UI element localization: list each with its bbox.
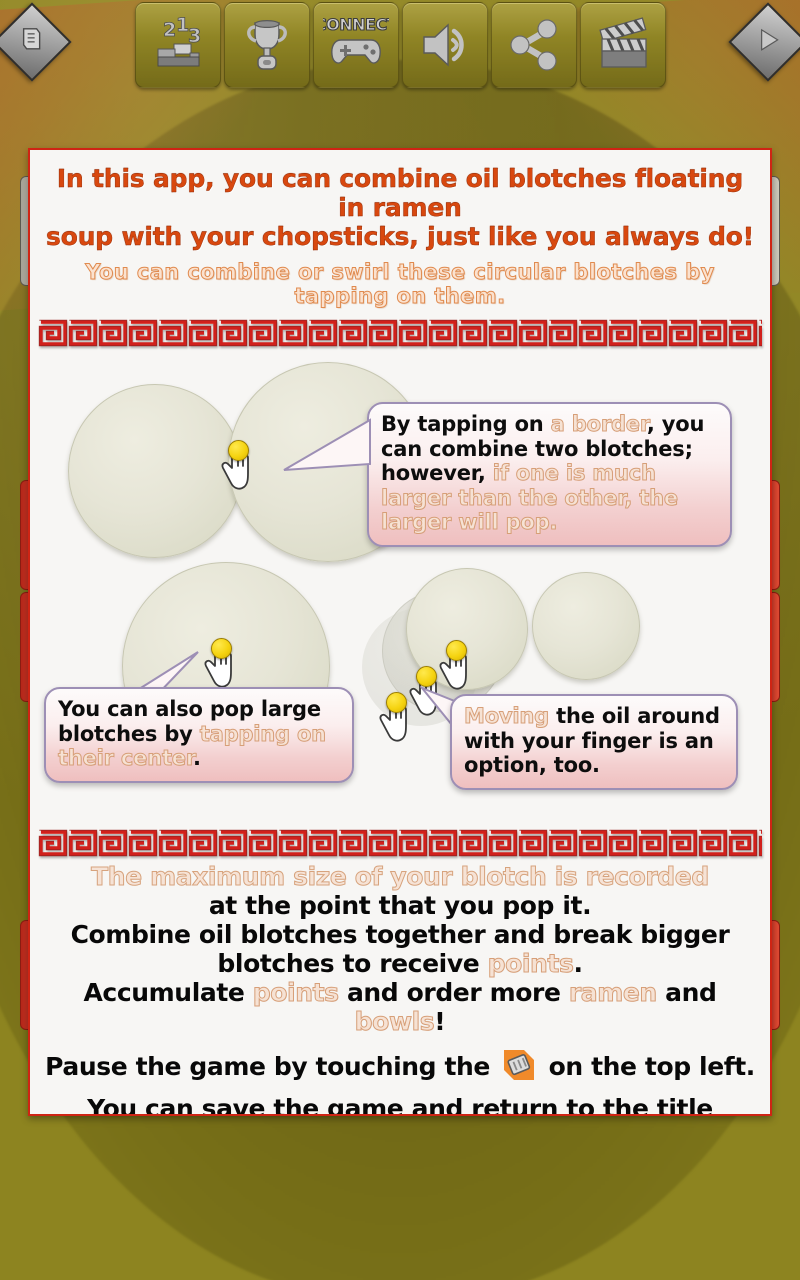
connect-button[interactable]: CONNECT <box>312 2 399 88</box>
clapperboard-icon <box>592 14 654 76</box>
meander-divider-top <box>38 318 762 348</box>
move-bubble-text: Moving the oil around with your finger i… <box>464 704 724 778</box>
play-triangle-icon <box>753 25 783 60</box>
pause-instruction-after: on the top left. <box>548 1052 756 1081</box>
bottom-line-4-seg-2: . <box>573 949 583 978</box>
bottom-line-6-seg-1: ! <box>434 1007 446 1036</box>
achievements-button[interactable] <box>223 2 310 88</box>
pause-instruction-before: Pause the game by touching the <box>45 1052 490 1081</box>
move-seg-0: Moving <box>464 704 550 729</box>
illustration-stage: By tapping on a border, you can combine … <box>30 350 770 818</box>
tap-indicator-dot <box>416 666 437 687</box>
bottom-instructions: The maximum size of your blotch is recor… <box>30 858 770 1116</box>
bottom-line-6-seg-0: bowls <box>354 1007 435 1037</box>
tap-indicator-dot <box>446 640 467 661</box>
play-button[interactable] <box>728 2 800 82</box>
sound-button[interactable] <box>401 2 488 88</box>
pause-button[interactable] <box>0 2 72 82</box>
instructions-panel: In this app, you can combine oil blotche… <box>28 148 772 1116</box>
pause-diamond <box>0 2 72 82</box>
tap-indicator-dot <box>211 638 232 659</box>
blotch-static-right[interactable] <box>532 572 640 680</box>
bottom-line-5: Accumulate points and order more ramen a… <box>42 978 758 1008</box>
bottom-line-2: at the point that you pop it. <box>208 891 592 920</box>
bottom-line-4-seg-0: blotches to receive <box>217 949 488 978</box>
hand-cursor-drag-1 <box>368 692 414 746</box>
combine-seg-1: a border <box>550 412 647 437</box>
move-bubble: Moving the oil around with your finger i… <box>450 694 738 790</box>
combine-bubble-tail <box>283 418 371 471</box>
svg-text:CONNECT: CONNECT <box>323 15 389 34</box>
pause-paper-icon <box>502 1048 536 1082</box>
combine-bubble-text: By tapping on a border, you can combine … <box>381 412 718 535</box>
trophy-icon <box>236 14 298 76</box>
instructions-header: In this app, you can combine oil blotche… <box>30 150 770 309</box>
share-icon <box>503 14 565 76</box>
tap-indicator-dot <box>386 692 407 713</box>
pause-paper-icon <box>17 25 47 60</box>
bottom-line-5-seg-2: and order more <box>338 978 569 1007</box>
pause-instruction-line: Pause the game by touching the on the to… <box>42 1048 758 1082</box>
pop-bubble-text: You can also pop large blotches by tappi… <box>58 697 340 771</box>
combine-bubble: By tapping on a border, you can combine … <box>367 402 732 547</box>
header-line-2: soup with your chopsticks, just like you… <box>46 222 755 251</box>
leaderboard-button[interactable]: 2 1 3 <box>134 2 221 88</box>
bottom-line-1: The maximum size of your blotch is recor… <box>91 862 710 892</box>
combine-seg-0: By tapping on <box>381 412 551 436</box>
header-line-1: In this app, you can combine oil blotche… <box>56 164 744 222</box>
save-instruction-line-1: You can save the game and return to the … <box>87 1094 713 1116</box>
pop-seg-2: . <box>192 746 201 770</box>
top-toolbar: 2 1 3 ONNEC <box>0 0 800 92</box>
pop-bubble: You can also pop large blotches by tappi… <box>44 687 354 783</box>
meander-divider-bottom <box>38 828 762 858</box>
bottom-line-6: bowls! <box>42 1007 758 1037</box>
tap-indicator-dot <box>228 440 249 461</box>
game-screen: 2 1 3 ONNEC In this app, you can combine… <box>0 0 800 1280</box>
hand-cursor-border-tap <box>210 440 256 494</box>
bottom-line-5-seg-4: and <box>656 978 717 1007</box>
bottom-line-5-seg-3: ramen <box>568 978 657 1008</box>
bottom-line-3: Combine oil blotches together and break … <box>70 920 730 949</box>
bottom-line-5-seg-0: Accumulate <box>83 978 253 1007</box>
share-button[interactable] <box>490 2 577 88</box>
svg-text:2: 2 <box>163 19 176 41</box>
podium-icon: 2 1 3 <box>147 14 209 76</box>
speaker-icon <box>414 14 476 76</box>
video-button[interactable] <box>579 2 666 88</box>
bottom-line-4-seg-1: points <box>487 949 574 979</box>
bottom-line-5-seg-1: points <box>252 978 339 1008</box>
gamepad-icon: CONNECT <box>323 12 389 78</box>
bottom-line-4: blotches to receive points. <box>42 949 758 979</box>
header-subtitle: You can combine or swirl these circular … <box>85 260 715 309</box>
play-diamond <box>728 2 800 82</box>
